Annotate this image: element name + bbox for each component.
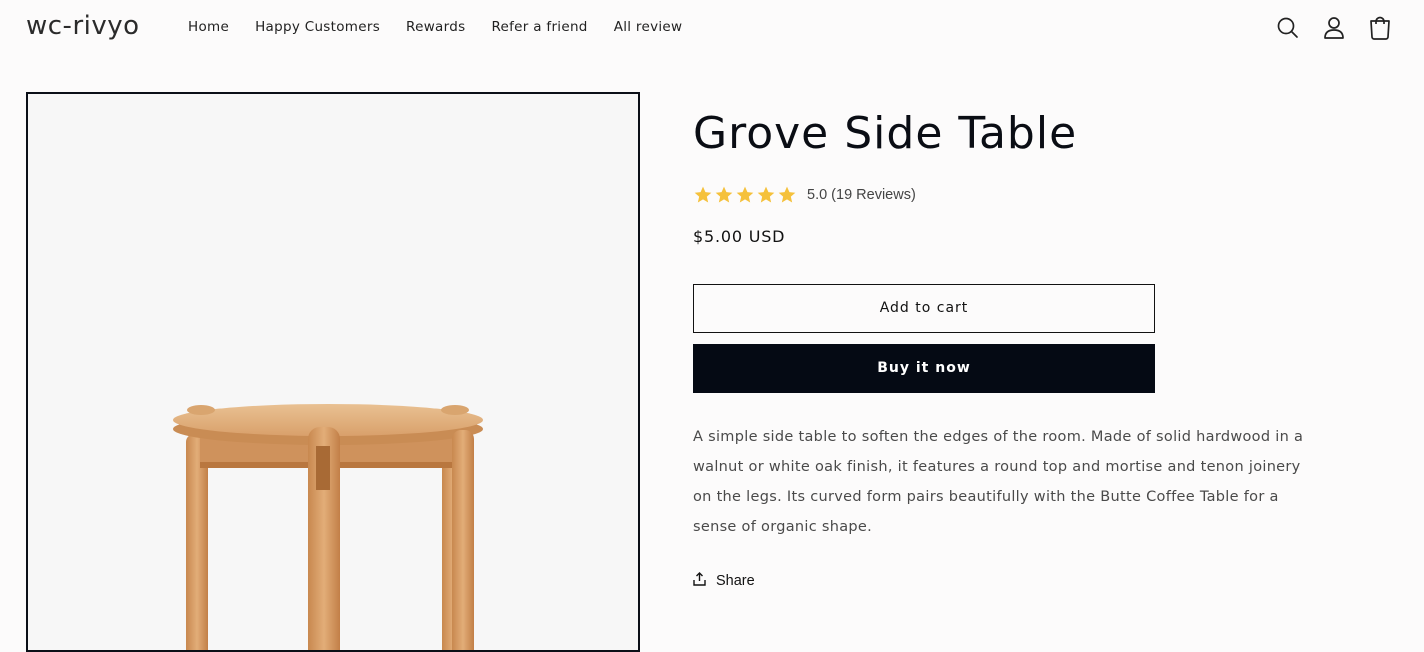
add-to-cart-button[interactable]: Add to cart — [693, 283, 1155, 333]
nav-home[interactable]: Home — [188, 19, 229, 35]
account-icon[interactable] — [1322, 14, 1346, 42]
site-logo[interactable]: wc-rivyo — [26, 11, 140, 41]
nav-rewards[interactable]: Rewards — [406, 19, 465, 35]
product-title: Grove Side Table — [693, 108, 1078, 159]
share-label: Share — [716, 572, 755, 589]
nav-all-review[interactable]: All review — [614, 19, 683, 35]
share-icon — [693, 571, 706, 590]
site-header: wc-rivyo Home Happy Customers Rewards Re… — [0, 0, 1424, 56]
side-table-image — [173, 404, 483, 650]
product-description: A simple side table to soften the edges … — [693, 428, 1304, 535]
product-image[interactable] — [26, 92, 640, 652]
nav-happy-customers[interactable]: Happy Customers — [255, 19, 380, 35]
header-icons — [1276, 14, 1392, 42]
star-icon — [694, 186, 712, 203]
star-icon — [757, 186, 775, 203]
star-icon — [778, 186, 796, 203]
product-rating[interactable]: 5.0 (19 Reviews) — [693, 185, 1333, 205]
rating-text: 5.0 (19 Reviews) — [807, 186, 916, 203]
main-nav: Home Happy Customers Rewards Refer a fri… — [188, 19, 682, 35]
share-button[interactable]: Share — [693, 571, 1333, 590]
search-icon[interactable] — [1276, 14, 1300, 42]
star-icon — [736, 186, 754, 203]
star-icon — [715, 186, 733, 203]
product-price: $5.00 USD — [693, 226, 786, 246]
product-info: Grove Side Table 5.0 (19 Reviews) $5.00 … — [693, 108, 1333, 590]
nav-refer-a-friend[interactable]: Refer a friend — [491, 19, 587, 35]
cart-icon[interactable] — [1368, 14, 1392, 42]
star-rating — [693, 185, 797, 205]
buy-it-now-button[interactable]: Buy it now — [693, 343, 1155, 393]
